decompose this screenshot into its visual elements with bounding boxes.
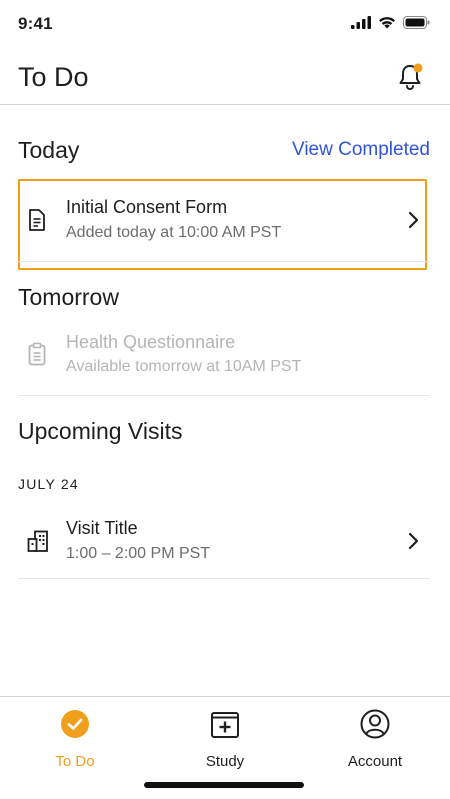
chevron-right-icon — [408, 532, 419, 550]
tab-label: Account — [347, 753, 403, 770]
medical-box-icon — [211, 712, 239, 738]
status-time: 9:41 — [18, 14, 53, 33]
divider — [18, 261, 430, 262]
tab-todo[interactable]: To Do — [0, 697, 150, 777]
task-title: Initial Consent Form — [66, 197, 228, 217]
task-subtitle: Added today at 10:00 AM PST — [66, 224, 282, 241]
task-health-questionnaire: Health Questionnaire Available tomorrow … — [18, 318, 430, 394]
tab-account[interactable]: Account — [300, 697, 450, 777]
upcoming-visits-heading: Upcoming Visits — [18, 418, 183, 444]
divider — [18, 395, 430, 396]
battery-icon — [403, 16, 430, 29]
status-icons — [351, 16, 430, 29]
visit-item[interactable]: Visit Title 1:00 – 2:00 PM PST — [18, 503, 430, 577]
wifi-icon — [379, 17, 395, 29]
visit-title: Visit Title — [66, 518, 138, 538]
status-bar: 9:41 — [0, 0, 450, 48]
divider — [18, 578, 430, 579]
page-title: To Do — [18, 62, 89, 92]
tab-study[interactable]: Study — [150, 697, 300, 777]
tomorrow-heading: Tomorrow — [18, 284, 119, 310]
tab-label: Study — [205, 753, 245, 770]
view-completed-link[interactable]: View Completed — [292, 139, 430, 161]
header: To Do — [0, 48, 450, 105]
check-circle-icon — [61, 710, 89, 738]
notification-bell-icon[interactable] — [396, 62, 424, 92]
task-initial-consent-form[interactable]: Initial Consent Form Added today at 10:0… — [18, 182, 430, 262]
task-subtitle: Available tomorrow at 10AM PST — [66, 358, 302, 375]
user-circle-icon — [360, 709, 390, 739]
clipboard-icon — [28, 342, 46, 366]
today-heading: Today — [18, 137, 80, 163]
visit-date-label: JULY 24 — [18, 476, 79, 492]
home-indicator — [144, 782, 304, 788]
tab-label: To Do — [55, 753, 95, 770]
chevron-right-icon — [408, 211, 419, 229]
task-title: Health Questionnaire — [66, 332, 236, 352]
building-icon — [27, 530, 48, 552]
notification-dot — [413, 63, 423, 73]
visit-time: 1:00 – 2:00 PM PST — [66, 545, 211, 562]
document-icon — [29, 209, 45, 231]
cellular-signal-icon — [351, 16, 371, 29]
